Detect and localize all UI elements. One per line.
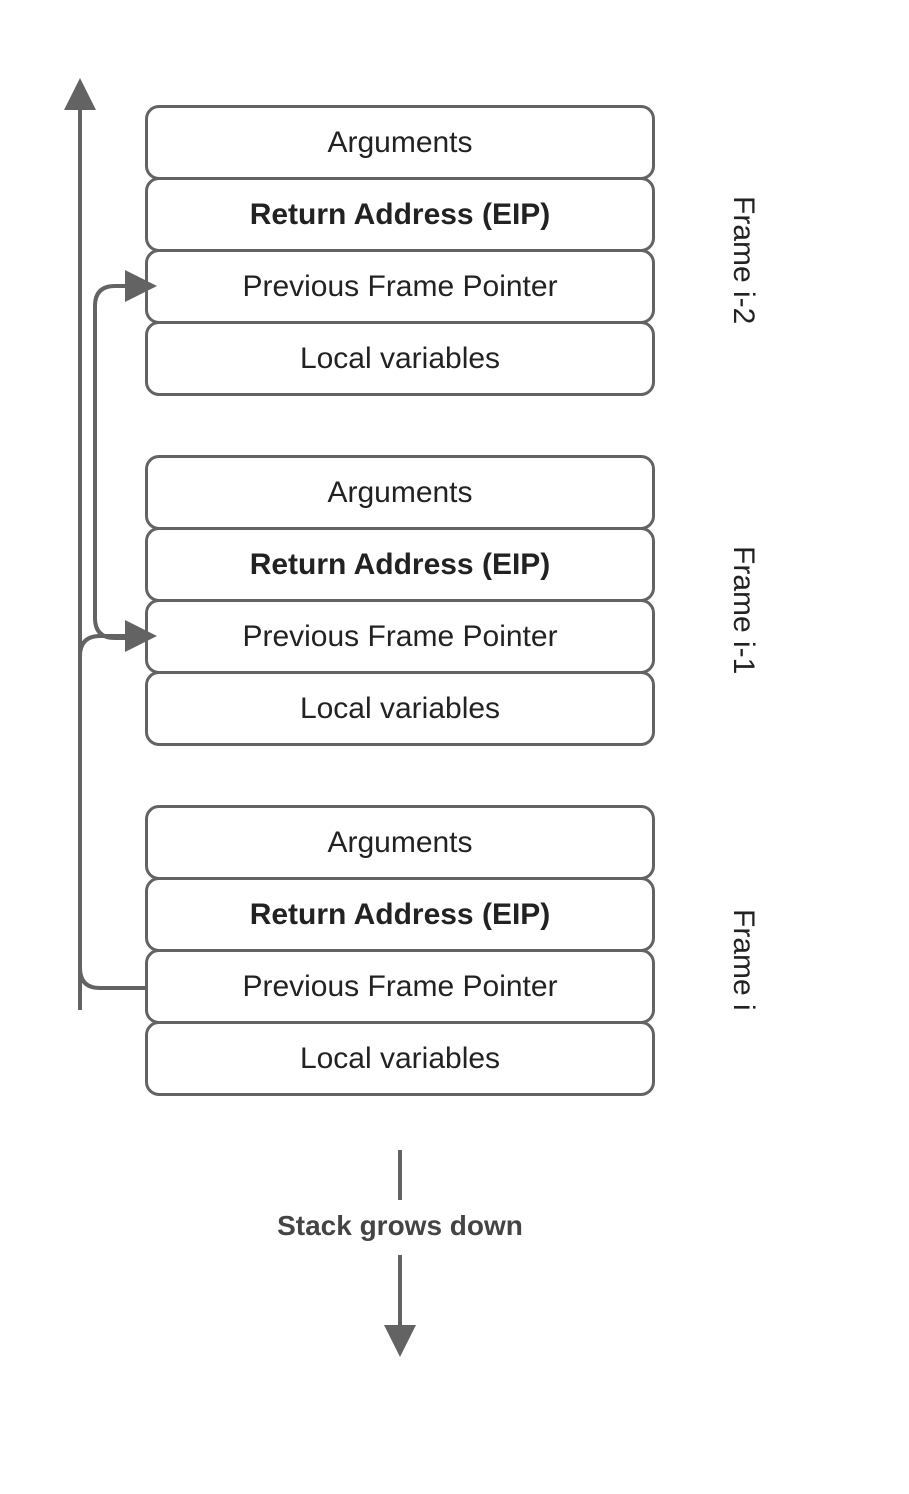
frame-label-i-minus-2: Frame i-2: [720, 160, 760, 360]
stack-grows-down-label: Stack grows down: [145, 1210, 655, 1242]
frame-label-i-minus-1: Frame i-1: [720, 510, 760, 710]
cell-arguments: Arguments: [145, 805, 655, 880]
cell-return-address: Return Address (EIP): [145, 877, 655, 952]
prev-fp-link-i-to-i-minus-1: [80, 636, 145, 988]
cell-local-variables: Local variables: [145, 1021, 655, 1096]
cell-return-address: Return Address (EIP): [145, 177, 655, 252]
frame-group-i-minus-2: Arguments Return Address (EIP) Previous …: [145, 105, 655, 396]
frame-group-i-minus-1: Arguments Return Address (EIP) Previous …: [145, 455, 655, 746]
cell-local-variables: Local variables: [145, 321, 655, 396]
prev-fp-link-i-minus-1-to-i-minus-2: [95, 286, 145, 638]
frame-label-i: Frame i: [720, 870, 760, 1050]
stack-frame-diagram: Arguments Return Address (EIP) Previous …: [0, 0, 909, 1494]
frame-group-i: Arguments Return Address (EIP) Previous …: [145, 805, 655, 1096]
cell-prev-frame-pointer: Previous Frame Pointer: [145, 949, 655, 1024]
cell-prev-frame-pointer: Previous Frame Pointer: [145, 249, 655, 324]
cell-arguments: Arguments: [145, 455, 655, 530]
cell-return-address: Return Address (EIP): [145, 527, 655, 602]
cell-prev-frame-pointer: Previous Frame Pointer: [145, 599, 655, 674]
cell-arguments: Arguments: [145, 105, 655, 180]
cell-local-variables: Local variables: [145, 671, 655, 746]
